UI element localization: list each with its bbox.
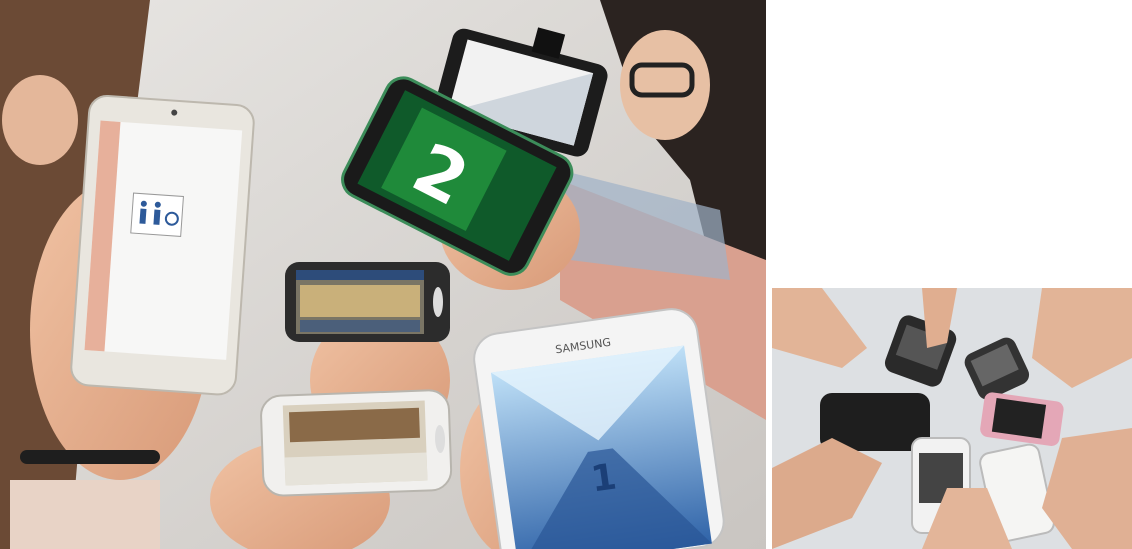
phone-samsung-corridor: SAMSUNG 1 bbox=[473, 308, 725, 549]
phones-circle-illustration bbox=[772, 288, 1132, 549]
phone-small-horizontal bbox=[285, 262, 450, 342]
phones-collage-illustration: 2 SAMSUNG 1 bbox=[0, 0, 766, 549]
wrist-strap bbox=[10, 480, 160, 549]
phone-bottom-white bbox=[260, 389, 453, 497]
photo-phones-circle-hands bbox=[772, 288, 1132, 549]
face-left bbox=[2, 75, 78, 165]
photo-phones-held-up: 2 SAMSUNG 1 bbox=[0, 0, 766, 549]
phone-restroom-sign bbox=[70, 94, 255, 396]
bracelet bbox=[20, 450, 160, 464]
